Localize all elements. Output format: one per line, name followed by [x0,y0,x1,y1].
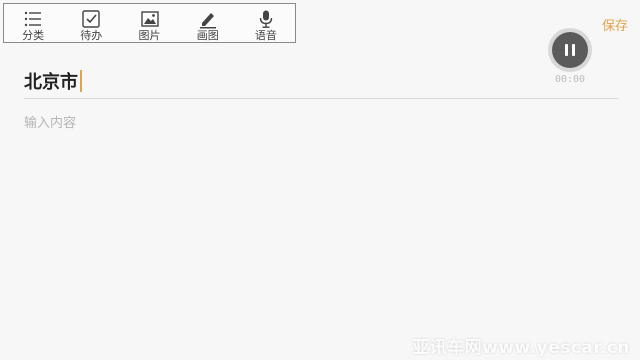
toolbar: 分类 待办 图片 画图 语音 [3,3,296,43]
watermark: 亚讯车网www.yescar.cn [412,338,630,358]
toolbar-item-label: 分类 [22,29,45,42]
pause-icon [552,32,588,68]
toolbar-item-voice[interactable]: 语音 [237,4,295,42]
toolbar-item-category[interactable]: 分类 [4,4,62,42]
title-divider [24,98,618,99]
image-icon [140,9,160,29]
list-icon [23,9,43,29]
toolbar-item-draw[interactable]: 画图 [179,4,237,42]
note-title-text: 北京市 [24,72,78,93]
toolbar-item-label: 画图 [196,29,219,42]
toolbar-item-label: 待办 [80,29,103,42]
pencil-icon [198,9,218,29]
pause-recording-button[interactable] [548,28,592,72]
toolbar-item-label: 图片 [138,29,161,42]
note-title-field[interactable]: 北京市 [24,68,82,94]
note-content-input[interactable]: 输入内容 [24,112,76,131]
toolbar-item-todo[interactable]: 待办 [62,4,120,42]
toolbar-item-label: 语音 [254,29,277,42]
recording-timer: 00:00 [554,74,586,85]
save-button[interactable]: 保存 [602,15,628,34]
checkbox-icon [81,9,101,29]
microphone-icon [256,9,276,29]
toolbar-item-image[interactable]: 图片 [120,4,178,42]
text-caret [80,70,82,92]
